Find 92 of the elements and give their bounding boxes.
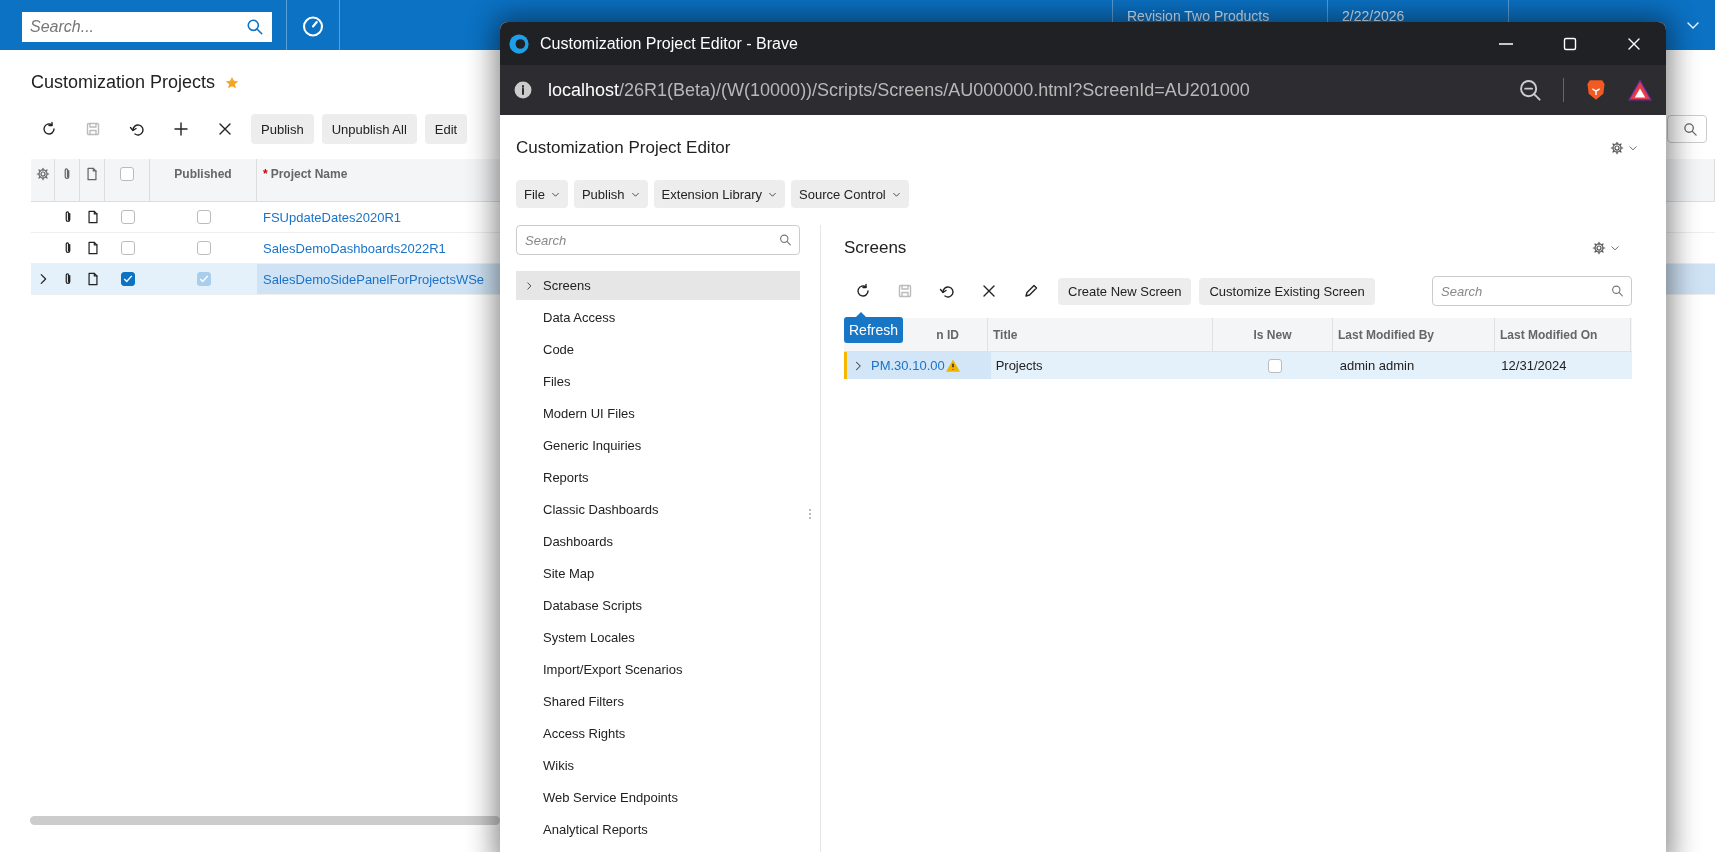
tree-item[interactable]: Dashboards — [516, 527, 801, 556]
column-header[interactable]: * Project Name — [263, 167, 348, 181]
tree-item[interactable]: Modern UI Files — [516, 399, 801, 428]
zoom-out-icon — [1519, 79, 1541, 101]
search-field[interactable]: Search... — [22, 12, 272, 42]
save-icon — [897, 283, 913, 299]
toolbar-button[interactable]: Unpublish All — [321, 114, 417, 144]
project-link[interactable]: SalesDemoDashboards2022R1 — [263, 240, 446, 256]
maximize-icon — [1562, 35, 1578, 52]
search-icon — [1683, 121, 1698, 137]
star-icon[interactable] — [225, 75, 240, 90]
document-icon — [85, 210, 100, 224]
toolbar-button[interactable]: Publish — [251, 114, 314, 144]
gear-icon — [1592, 241, 1606, 255]
header-item[interactable]: 2/22/2026 — [1342, 8, 1405, 24]
save-icon — [85, 121, 101, 137]
column-header[interactable]: Title — [993, 327, 1018, 342]
gear-icon — [35, 167, 50, 181]
table-cell: Projects — [995, 358, 1043, 373]
tree-item[interactable]: Import/Export Scenarios — [516, 655, 801, 684]
column-header[interactable]: Is New — [1253, 327, 1292, 342]
toolbar-button[interactable]: Edit — [424, 114, 468, 144]
delete-icon — [217, 121, 233, 137]
tree-item[interactable]: Reports — [516, 463, 801, 492]
minimize-icon — [1499, 42, 1513, 45]
tree-item[interactable]: Wikis — [516, 751, 801, 780]
document-icon — [85, 167, 99, 181]
splitter-handle[interactable] — [809, 508, 812, 519]
column-header[interactable]: Last Modified On — [1500, 327, 1598, 342]
tree-item[interactable]: Web Service Endpoints — [516, 783, 801, 812]
menu-button[interactable]: Extension Library — [653, 180, 786, 208]
project-link[interactable]: SalesDemoSidePanelForProjectsWSe — [263, 271, 485, 287]
published-checkbox[interactable] — [196, 272, 211, 286]
tree-item[interactable]: Screens — [516, 271, 801, 300]
chevron-down-icon — [1628, 143, 1638, 153]
triangle-icon[interactable] — [1628, 79, 1652, 101]
checkbox[interactable] — [120, 210, 135, 224]
menu-button[interactable]: Publish — [573, 180, 648, 208]
search-field[interactable]: Search — [516, 225, 801, 255]
tree-item[interactable]: System Locales — [516, 623, 801, 652]
search-icon — [1611, 284, 1624, 298]
select-all-checkbox[interactable] — [120, 167, 134, 181]
scrollbar[interactable] — [30, 816, 500, 825]
column-header[interactable]: Published — [174, 167, 232, 181]
project-link[interactable]: FSUpdateDates2020R1 — [263, 209, 402, 225]
document-icon — [85, 241, 100, 255]
header-item[interactable]: Revision Two Products — [1127, 8, 1270, 24]
tree-item[interactable]: Code — [516, 335, 801, 364]
checkbox[interactable] — [1267, 358, 1282, 373]
chevron-right-icon — [524, 281, 534, 291]
published-checkbox[interactable] — [196, 210, 211, 224]
search-field[interactable]: Search — [1432, 276, 1632, 306]
column-header[interactable]: Last Modified By — [1338, 327, 1434, 342]
search-icon — [246, 18, 264, 36]
menu-button[interactable]: File — [516, 180, 568, 208]
tree-item[interactable]: Database Scripts — [516, 591, 801, 620]
document-icon — [85, 272, 100, 286]
refresh-icon — [41, 121, 57, 137]
app-logo-icon — [508, 32, 530, 55]
toolbar-button[interactable]: Create New Screen — [1058, 277, 1192, 305]
refresh-icon — [855, 283, 871, 299]
table-cell: admin admin — [1339, 358, 1415, 373]
tree-item[interactable]: Analytical Reports — [516, 815, 801, 844]
chevron-down-icon — [1610, 243, 1620, 253]
delete-icon — [981, 283, 997, 299]
tree-item[interactable]: Generic Inquiries — [516, 431, 801, 460]
undo-icon — [129, 121, 145, 137]
gear-icon — [1610, 141, 1624, 155]
published-checkbox[interactable] — [196, 241, 211, 255]
undo-icon — [939, 283, 955, 299]
panel-title: Screens — [844, 238, 907, 258]
toolbar-button[interactable]: Customize Existing Screen — [1199, 277, 1375, 305]
window-title: Customization Project Editor - Brave — [540, 34, 798, 53]
tooltip: Refresh — [844, 317, 904, 343]
search-field[interactable] — [1667, 115, 1707, 143]
page-title: Customization Projects — [31, 72, 216, 93]
checkbox[interactable] — [120, 272, 135, 286]
tree-item[interactable]: Shared Filters — [516, 687, 801, 716]
tree-item[interactable]: Data Access — [516, 303, 801, 332]
table-cell: 12/31/2024 — [1501, 358, 1567, 373]
edit-icon — [1023, 283, 1039, 299]
tree-item[interactable]: Files — [516, 367, 801, 396]
info-icon[interactable] — [514, 81, 532, 99]
add-icon — [173, 121, 189, 137]
tree-item[interactable]: Site Map — [516, 559, 801, 588]
editor-title: Customization Project Editor — [516, 138, 731, 158]
search-icon — [779, 233, 793, 247]
tree-item[interactable]: Classic Dashboards — [516, 495, 801, 524]
tree-item[interactable]: Access Rights — [516, 719, 801, 748]
checkbox[interactable] — [120, 241, 135, 255]
column-header[interactable]: n ID — [936, 327, 959, 342]
menu-button[interactable]: Source Control — [791, 180, 909, 208]
